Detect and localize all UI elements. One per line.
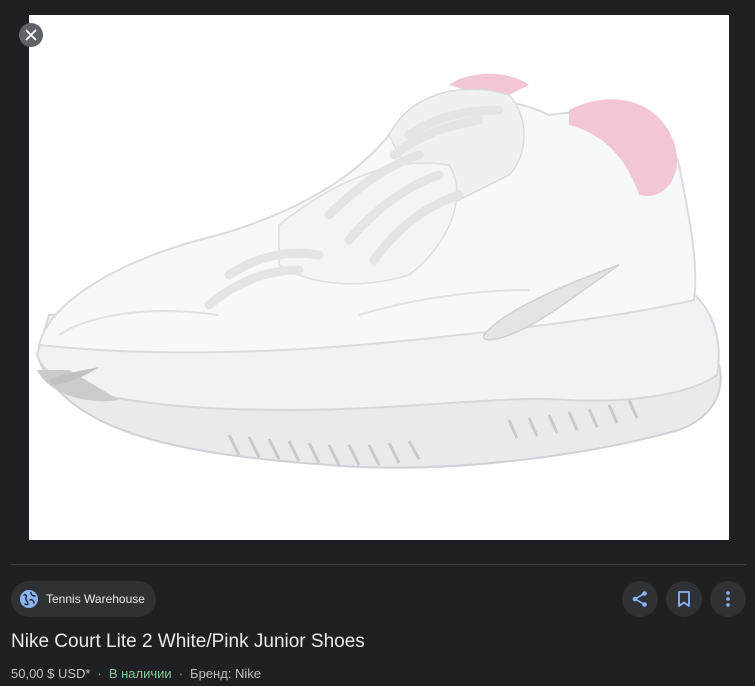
globe-icon (19, 589, 39, 609)
save-button[interactable] (666, 581, 702, 617)
availability: В наличии (108, 666, 172, 681)
more-vert-icon (726, 591, 730, 607)
source-chip[interactable]: Tennis Warehouse (11, 581, 156, 617)
close-button[interactable] (19, 23, 43, 47)
close-icon (25, 29, 37, 41)
source-name: Tennis Warehouse (46, 592, 145, 606)
price: 50,00 $ USD* (11, 666, 91, 681)
separator: · (97, 666, 102, 681)
product-meta: 50,00 $ USD* · В наличии · Бренд: Nike (11, 666, 261, 681)
share-button[interactable] (622, 581, 658, 617)
brand: Бренд: Nike (190, 666, 262, 681)
product-title[interactable]: Nike Court Lite 2 White/Pink Junior Shoe… (11, 631, 365, 653)
bookmark-icon (678, 591, 690, 607)
divider (11, 564, 746, 565)
separator: · (178, 666, 184, 681)
more-options-button[interactable] (710, 581, 746, 617)
shoe-illustration (35, 73, 722, 469)
product-image[interactable] (29, 15, 729, 540)
share-icon (632, 591, 647, 607)
